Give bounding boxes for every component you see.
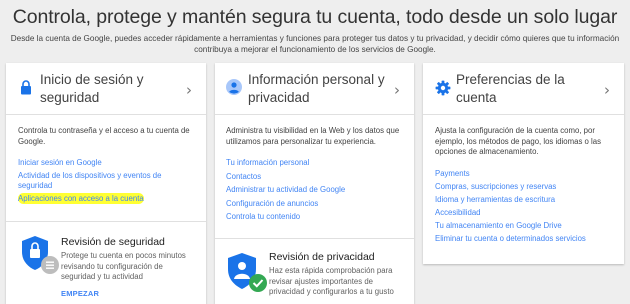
card-title: Preferencias de la cuenta <box>456 72 565 105</box>
card-account-preferences: Preferencias de la cuenta › Ajusta la co… <box>423 63 624 264</box>
card-header[interactable]: Inicio de sesión y seguridad › <box>6 63 206 115</box>
link-contactos[interactable]: Contactos <box>226 172 411 182</box>
link-actividad-google[interactable]: Administrar tu actividad de Google <box>226 185 411 195</box>
card-description: Controla tu contraseña y el acceso a tu … <box>18 126 190 146</box>
promo-title: Revisión de privacidad <box>269 251 375 263</box>
chevron-right-icon[interactable]: › <box>604 81 610 99</box>
link-informacion-personal[interactable]: Tu información personal <box>226 158 411 168</box>
subtitle-line: Desde la cuenta de Google, puedes accede… <box>10 34 620 43</box>
link-controla-contenido[interactable]: Controla tu contenido <box>226 212 411 222</box>
link-accesibilidad[interactable]: Accesibilidad <box>435 208 620 218</box>
link-compras[interactable]: Compras, suscripciones y reservas <box>435 182 620 192</box>
page-subtitle: Desde la cuenta de Google, puedes accede… <box>0 33 630 55</box>
card-header[interactable]: Información personal y privacidad › <box>215 63 414 115</box>
gear-icon <box>435 80 451 96</box>
link-eliminar-cuenta[interactable]: Eliminar tu cuenta o determinados servic… <box>435 234 620 244</box>
chevron-right-icon[interactable]: › <box>394 81 400 99</box>
card-links: Tu información personal Contactos Admini… <box>226 158 411 222</box>
link-actividad-dispositivos[interactable]: Actividad de los dispositivos y eventos … <box>18 171 203 181</box>
link-actividad-dispositivos-cont[interactable]: seguridad <box>18 181 203 191</box>
card-title: Inicio de sesión y seguridad <box>40 72 144 105</box>
privacy-checkup-promo: Revisión de privacidad Haz esta rápida c… <box>215 238 414 304</box>
promo-text: Protege tu cuenta en pocos minutos revis… <box>61 251 186 281</box>
link-almacenamiento[interactable]: Tu almacenamiento en Google Drive <box>435 221 620 231</box>
link-configuracion-anuncios[interactable]: Configuración de anuncios <box>226 199 411 209</box>
card-links: Iniciar sesión en Google Actividad de lo… <box>18 158 203 204</box>
security-checkup-promo: Revisión de seguridad Protege tu cuenta … <box>6 221 206 304</box>
link-iniciar-sesion[interactable]: Iniciar sesión en Google <box>18 158 203 168</box>
link-payments[interactable]: Payments <box>435 169 620 179</box>
shield-check-icon <box>22 236 59 274</box>
card-personal-info-privacy: Información personal y privacidad › Admi… <box>215 63 414 304</box>
card-description: Ajusta la configuración de la cuenta com… <box>435 126 601 156</box>
link-idioma[interactable]: Idioma y herramientas de escritura <box>435 195 620 205</box>
highlight-mark: Aplicaciones con acceso a la cuenta <box>18 193 144 204</box>
lock-icon <box>21 80 31 95</box>
promo-text: Haz esta rápida comprobación para revisa… <box>269 266 394 296</box>
person-icon <box>226 79 242 95</box>
page-title: Controla, protege y mantén segura tu cue… <box>12 6 618 28</box>
card-links: Payments Compras, suscripciones y reserv… <box>435 169 620 244</box>
card-sign-in-security: Inicio de sesión y seguridad › Controla … <box>6 63 206 304</box>
card-title: Información personal y privacidad <box>248 72 385 105</box>
link-aplicaciones-acceso[interactable]: Aplicaciones con acceso a la cuenta <box>18 193 203 204</box>
shield-check-icon <box>228 253 267 292</box>
card-header[interactable]: Preferencias de la cuenta › <box>423 63 624 115</box>
empezar-button[interactable]: EMPEZAR <box>61 289 99 298</box>
card-description: Administra tu visibilidad en la Web y lo… <box>226 126 400 146</box>
promo-title: Revisión de seguridad <box>61 236 165 248</box>
subtitle-line: contribuya a mejorar el funcionamiento d… <box>194 45 436 54</box>
chevron-right-icon[interactable]: › <box>186 81 192 99</box>
